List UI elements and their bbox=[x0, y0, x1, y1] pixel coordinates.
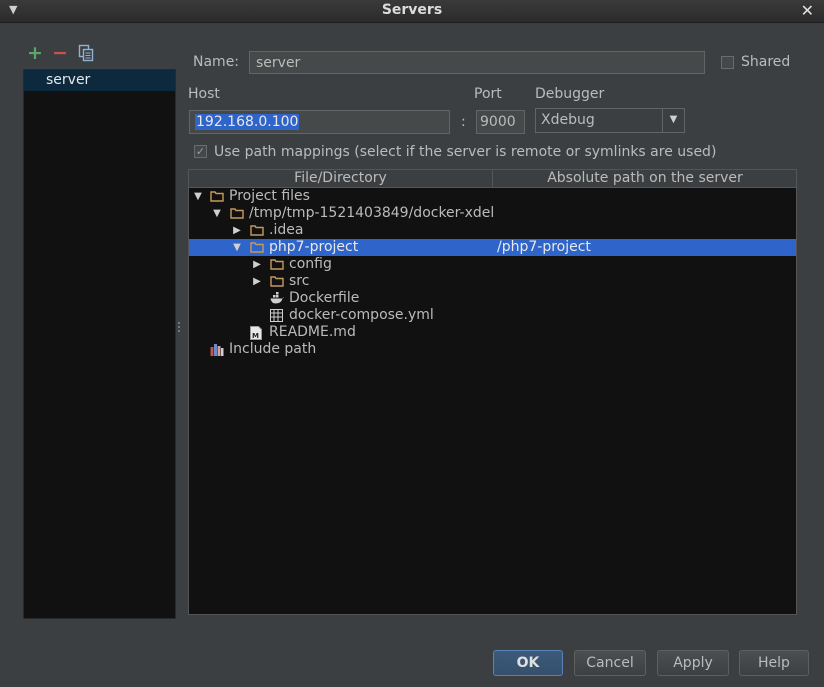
table-row[interactable]: ▼ Project files bbox=[189, 188, 796, 205]
debugger-label: Debugger bbox=[535, 86, 605, 102]
table-header: File/Directory Absolute path on the serv… bbox=[189, 170, 796, 188]
folder-icon bbox=[250, 241, 264, 254]
row-server-path[interactable]: /php7-project bbox=[497, 239, 591, 256]
ok-button[interactable]: OK bbox=[493, 650, 563, 676]
port-label: Port bbox=[474, 86, 502, 102]
splitter-handle[interactable] bbox=[178, 322, 181, 336]
column-header-absolute-path[interactable]: Absolute path on the server bbox=[494, 170, 796, 188]
table-row[interactable]: M README.md bbox=[189, 324, 796, 341]
row-label: docker-compose.yml bbox=[289, 307, 434, 323]
use-path-mappings-label: Use path mappings (select if the server … bbox=[214, 144, 717, 160]
close-icon[interactable]: ✕ bbox=[801, 1, 814, 20]
plus-icon[interactable]: + bbox=[27, 44, 45, 64]
folder-icon bbox=[210, 190, 224, 203]
sidebar-item-server[interactable]: server bbox=[24, 70, 175, 91]
row-label: php7-project bbox=[269, 239, 359, 255]
expand-toggle-icon[interactable]: ▶ bbox=[251, 256, 263, 273]
row-label: Include path bbox=[229, 341, 317, 357]
docker-icon bbox=[270, 292, 284, 305]
host-input-value: 192.168.0.100 bbox=[195, 114, 300, 130]
host-label: Host bbox=[188, 86, 220, 102]
table-row[interactable]: docker-compose.yml bbox=[189, 307, 796, 324]
expand-toggle-icon[interactable]: ▼ bbox=[231, 239, 243, 256]
svg-text:M: M bbox=[252, 332, 259, 340]
row-label: src bbox=[289, 273, 310, 289]
expand-toggle-icon[interactable]: ▶ bbox=[231, 222, 243, 239]
table-row[interactable]: ▶ .idea bbox=[189, 222, 796, 239]
column-header-file-directory[interactable]: File/Directory bbox=[189, 170, 493, 188]
folder-icon bbox=[270, 275, 284, 288]
table-row[interactable]: ▼ /tmp/tmp-1521403849/docker-xdel bbox=[189, 205, 796, 222]
expand-toggle-icon[interactable]: ▼ bbox=[211, 205, 223, 222]
chevron-down-icon[interactable]: ▼ bbox=[662, 109, 684, 132]
table-row[interactable]: Dockerfile bbox=[189, 290, 796, 307]
debugger-select[interactable]: Xdebug ▼ bbox=[535, 108, 685, 133]
cancel-button[interactable]: Cancel bbox=[574, 650, 646, 676]
row-label: /tmp/tmp-1521403849/docker-xdel bbox=[249, 205, 495, 221]
server-list: server bbox=[23, 69, 176, 619]
host-input[interactable]: 192.168.0.100 bbox=[189, 110, 450, 134]
shared-checkbox[interactable] bbox=[721, 56, 734, 69]
table-row[interactable]: Include path bbox=[189, 341, 796, 358]
host-port-separator: : bbox=[461, 114, 466, 130]
shared-label: Shared bbox=[741, 54, 791, 70]
sidebar-item-label: server bbox=[46, 72, 91, 88]
row-label: Project files bbox=[229, 188, 310, 204]
yaml-file-icon bbox=[270, 309, 284, 322]
row-label: .idea bbox=[269, 222, 304, 238]
apply-button[interactable]: Apply bbox=[657, 650, 729, 676]
library-icon bbox=[210, 343, 224, 356]
folder-icon bbox=[250, 224, 264, 237]
expand-toggle-icon[interactable]: ▼ bbox=[192, 188, 204, 205]
name-input[interactable] bbox=[249, 51, 705, 74]
row-label: Dockerfile bbox=[289, 290, 360, 306]
help-button[interactable]: Help bbox=[739, 650, 809, 676]
table-row-selected[interactable]: ▼ php7-project /php7-project bbox=[189, 239, 796, 256]
window-title: Servers bbox=[381, 2, 443, 18]
row-label: README.md bbox=[269, 324, 356, 340]
copy-icon[interactable] bbox=[78, 44, 96, 64]
table-row[interactable]: ▶ config bbox=[189, 256, 796, 273]
row-label: config bbox=[289, 256, 332, 272]
folder-icon bbox=[270, 258, 284, 271]
minus-icon[interactable]: − bbox=[52, 44, 70, 64]
markdown-file-icon: M bbox=[250, 326, 264, 340]
title-bar: ▼ Servers ✕ bbox=[0, 0, 824, 23]
expand-toggle-icon[interactable]: ▶ bbox=[251, 273, 263, 290]
debugger-select-value: Xdebug bbox=[541, 112, 595, 128]
folder-icon bbox=[230, 207, 244, 220]
use-path-mappings-checkbox[interactable]: ✓ bbox=[194, 145, 207, 158]
path-mappings-table: File/Directory Absolute path on the serv… bbox=[188, 169, 797, 615]
port-input[interactable]: 9000 bbox=[476, 110, 525, 134]
name-label: Name: bbox=[193, 54, 240, 70]
table-row[interactable]: ▶ src bbox=[189, 273, 796, 290]
